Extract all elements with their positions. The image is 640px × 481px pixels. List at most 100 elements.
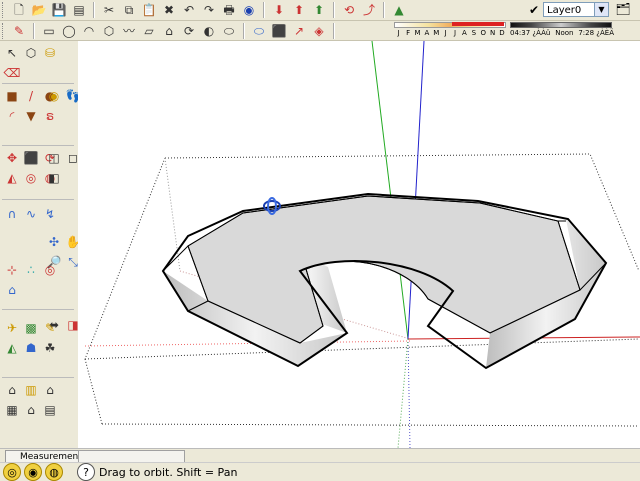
smoove-icon[interactable]: ∩ (3, 205, 21, 223)
help-icon[interactable]: ? (77, 463, 95, 481)
model-canvas[interactable] (78, 41, 640, 448)
get-photo-texture-icon[interactable]: ⟲ (340, 1, 358, 19)
scale-icon[interactable]: ◎ (22, 169, 40, 187)
component-icon[interactable]: ▦ (3, 401, 21, 419)
toolbar-separator (243, 22, 245, 39)
stamp-icon[interactable]: ∿ (22, 205, 40, 223)
time-labels: 04:37 ¿ÀÀü Noon 7:28 ¿ÀÈÄ (510, 29, 614, 37)
rectangle-icon[interactable]: ■ (3, 87, 21, 105)
pushpull-icon[interactable]: ⬛ (22, 149, 40, 167)
dimension-icon[interactable]: ⊹ (3, 261, 21, 279)
rectangle-icon[interactable]: ▭ (40, 22, 58, 40)
credits-icon[interactable]: ◉ (24, 463, 42, 481)
pencil-icon[interactable]: ✎ (10, 22, 28, 40)
line-icon[interactable]: / (22, 87, 40, 105)
share-component-icon[interactable]: ⬆ (310, 1, 328, 19)
open-folder-icon[interactable]: 📂 (30, 1, 48, 19)
month-label: M (433, 29, 440, 37)
blue-axis-dotted (407, 338, 411, 448)
section-plane-icon[interactable]: ∴ (22, 261, 40, 279)
paint-icon[interactable]: ⬛ (270, 22, 288, 40)
add-location-icon[interactable]: ✈ (3, 319, 21, 337)
layer-manager-icon[interactable]: 🗂 (614, 2, 632, 18)
new-scene-icon[interactable]: ▤ (70, 1, 88, 19)
arc-icon[interactable]: ◠ (80, 22, 98, 40)
bbox-left-vertical (84, 358, 103, 425)
protractor-icon[interactable]: ◈ (310, 22, 328, 40)
month-label: S (471, 29, 477, 37)
paste-icon[interactable]: 📋 (140, 1, 158, 19)
bbox-back-vertical (164, 157, 181, 272)
gallery-icon[interactable]: ▤ (41, 401, 59, 419)
tape-measure-icon[interactable]: ◉ (45, 87, 63, 105)
axes-icon[interactable]: ◎ (41, 261, 59, 279)
followme-icon[interactable]: ◭ (3, 169, 21, 187)
text-icon[interactable]: ⌂ (3, 281, 21, 299)
tape-measure-icon[interactable]: ↗ (290, 22, 308, 40)
green-axis (371, 41, 409, 340)
toolbar-separator (333, 2, 335, 18)
polygon-icon[interactable]: ▼ (22, 107, 40, 125)
home-icon[interactable]: ⌂ (41, 381, 59, 399)
drawing-viewport[interactable] (78, 41, 640, 448)
upload-icon[interactable]: ▥ (22, 381, 40, 399)
circle-icon[interactable]: ◯ (60, 22, 78, 40)
get-models-icon[interactable]: ⬇ (270, 1, 288, 19)
toolbar-separator (333, 22, 335, 39)
make-component-icon[interactable]: ⬡ (22, 44, 40, 62)
time-slider[interactable] (510, 22, 612, 28)
get-current-view-icon[interactable]: ◭ (3, 339, 21, 357)
time-end-label: 7:28 ¿ÀÈÄ (578, 29, 614, 37)
offset-icon[interactable]: ⬭ (250, 22, 268, 40)
toggle-terrain-icon[interactable]: ▩ (22, 319, 40, 337)
toolbar-grip[interactable] (2, 22, 6, 39)
preview-google-earth-icon[interactable]: ⤴ (360, 1, 378, 19)
iso-view-icon[interactable]: ◫ (45, 149, 63, 167)
share-model-icon[interactable]: ⬆ (290, 1, 308, 19)
move-icon[interactable]: ✥ (3, 149, 21, 167)
toolbar-grip[interactable] (2, 2, 6, 18)
month-slider-fill (452, 22, 504, 26)
time-start-label: 04:37 ¿ÀÀü (510, 29, 551, 37)
month-label: A (462, 29, 467, 37)
walk-icon[interactable]: ☘ (41, 339, 59, 357)
horseshoe-model (161, 192, 608, 370)
paint-bucket-icon[interactable]: ⛁ (41, 44, 59, 62)
followme-icon[interactable]: ◐ (200, 22, 218, 40)
rotate-icon[interactable]: ⟳ (180, 22, 198, 40)
scale-icon[interactable]: ⬭ (220, 22, 238, 40)
pushpull-icon[interactable]: ⌂ (160, 22, 178, 40)
save-icon[interactable]: 💾 (50, 1, 68, 19)
eraser-icon[interactable]: ⌫ (3, 64, 21, 82)
orbit-icon[interactable]: ✣ (45, 233, 63, 251)
toggle-terrain-icon[interactable]: ▲ (390, 1, 408, 19)
share-icon[interactable]: ☗ (22, 339, 40, 357)
geo-location-icon[interactable]: ◎ (3, 463, 21, 481)
select-arrow-icon[interactable]: ↖ (3, 44, 21, 62)
large-tool-palette: ↖ ⬡ ⛁ ⌫ ■ / ● ◜ ▼ ຣ ◉ 👣 ✥ ⬛ ⟳ ◭ ◎ ◍ ◫ ◻ … (0, 41, 99, 448)
polygon-icon[interactable]: ⬡ (100, 22, 118, 40)
print-icon[interactable]: 🖶 (220, 1, 238, 19)
layer-check-icon[interactable]: ✔ (527, 3, 541, 17)
arc-icon[interactable]: ◜ (3, 107, 21, 125)
warehouse-icon[interactable]: ⌂ (3, 381, 21, 399)
model-info-icon[interactable]: ◉ (240, 1, 258, 19)
move-icon[interactable]: ▱ (140, 22, 158, 40)
place-model-icon[interactable]: ✎ (41, 319, 59, 337)
right-view-icon[interactable]: ◧ (45, 169, 63, 187)
undo-icon[interactable]: ↶ (180, 1, 198, 19)
drape-icon[interactable]: ↯ (41, 205, 59, 223)
redo-icon[interactable]: ↷ (200, 1, 218, 19)
toolbar-separator (383, 2, 385, 18)
user-icon[interactable]: ◍ (45, 463, 63, 481)
chevron-down-icon[interactable]: ▼ (594, 3, 608, 16)
new-file-icon[interactable]: 🗋 (10, 1, 28, 19)
freehand-icon[interactable]: 〰 (120, 22, 138, 40)
house-icon[interactable]: ⌂ (22, 401, 40, 419)
month-label: N (489, 29, 496, 37)
erase-selected-icon[interactable]: ✖ (160, 1, 178, 19)
copy-icon[interactable]: ⧉ (120, 1, 138, 19)
cut-icon[interactable]: ✂ (100, 1, 118, 19)
layer-dropdown[interactable]: Layer0 ▼ (543, 2, 609, 17)
freehand-icon[interactable]: ຣ (41, 107, 59, 125)
